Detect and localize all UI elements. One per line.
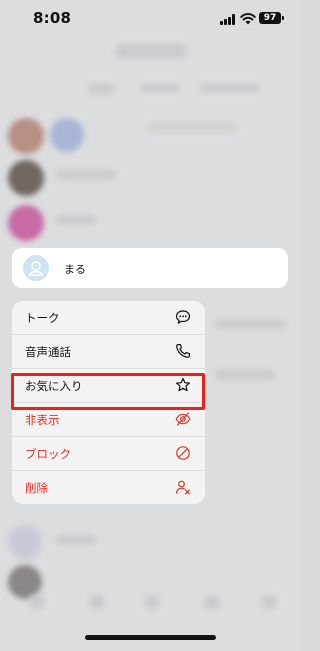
menu-item-block[interactable]: ブロック — [12, 437, 205, 470]
contact-name: まる — [64, 263, 86, 276]
status-bar: 8:08 97 — [0, 0, 301, 40]
menu-item-voice-call[interactable]: 音声通話 — [12, 335, 205, 368]
chat-bubble-icon — [175, 310, 191, 325]
cellular-signal-icon — [220, 14, 237, 25]
phone-icon — [176, 344, 190, 358]
home-indicator[interactable] — [85, 635, 216, 640]
menu-item-delete[interactable]: 削除 — [12, 471, 205, 504]
battery-indicator: 97 — [259, 12, 281, 24]
menu-item-label: 非表示 — [25, 413, 60, 427]
contact-avatar — [23, 255, 49, 281]
highlight-box — [11, 373, 205, 410]
status-time: 8:08 — [33, 9, 72, 27]
delete-user-icon — [175, 480, 190, 495]
person-icon — [28, 261, 44, 276]
menu-item-label: ブロック — [25, 447, 71, 461]
block-icon — [176, 446, 190, 460]
menu-item-label: トーク — [25, 311, 60, 325]
menu-item-talk[interactable]: トーク — [12, 301, 205, 334]
battery-nub — [282, 16, 284, 20]
contact-preview-card[interactable]: まる — [12, 248, 288, 288]
eye-slash-icon — [175, 412, 191, 426]
wifi-icon — [240, 13, 256, 25]
menu-item-label: 削除 — [25, 481, 48, 495]
menu-item-label: 音声通話 — [25, 345, 71, 359]
